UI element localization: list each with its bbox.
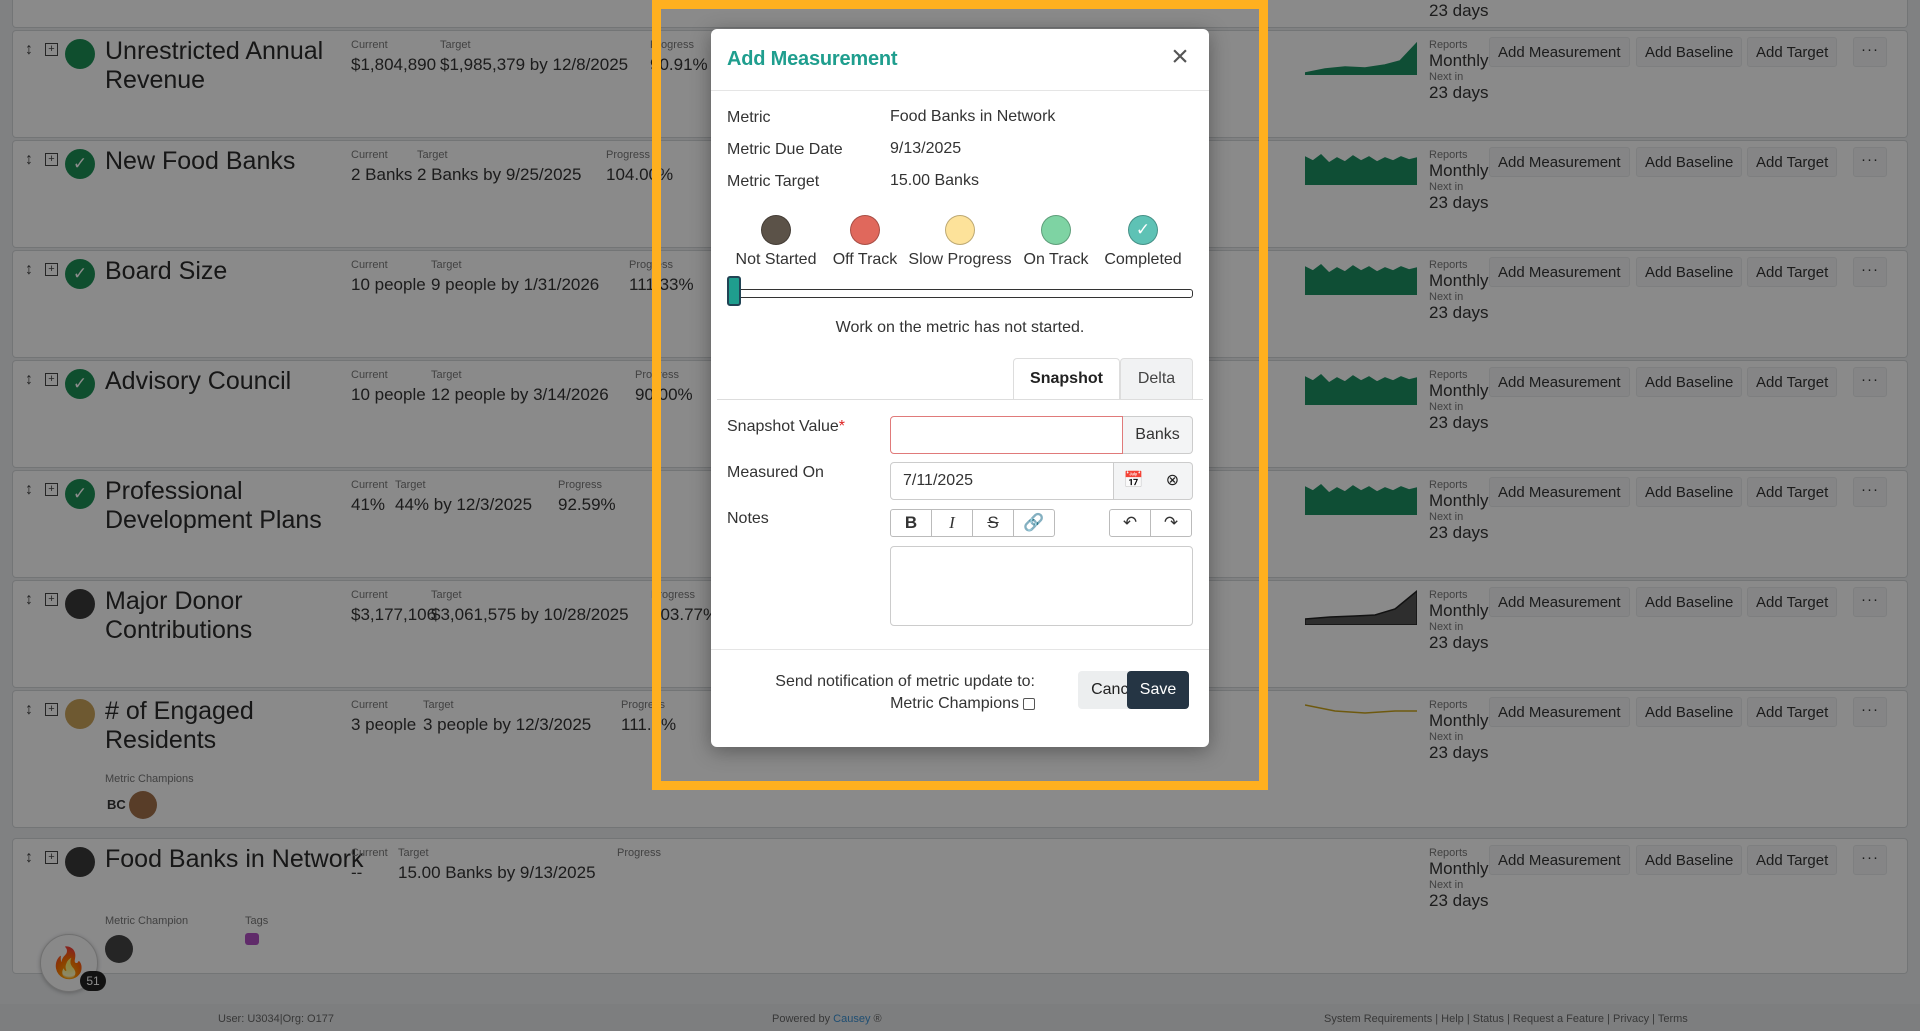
measured-on-input[interactable]: 7/11/2025	[890, 462, 1114, 500]
metric-champions-checkbox[interactable]	[1023, 697, 1035, 710]
status-dot-icon	[945, 215, 975, 245]
required-marker: *	[838, 418, 846, 435]
tab-snapshot[interactable]: Snapshot	[1013, 358, 1120, 400]
notes-label: Notes	[727, 510, 769, 527]
metric-due-date-value: 9/13/2025	[890, 140, 962, 157]
link-icon[interactable]: 🔗	[1013, 509, 1055, 537]
status-dot-icon	[761, 215, 791, 245]
save-button[interactable]: Save	[1127, 671, 1189, 709]
metric-due-date-label: Metric Due Date	[727, 141, 843, 158]
notify-section: Send notification of metric update to: M…	[775, 673, 1035, 713]
notes-editor[interactable]	[890, 546, 1193, 626]
status-slider-track[interactable]	[729, 289, 1193, 298]
clear-date-icon[interactable]: ⊗	[1153, 462, 1193, 500]
undo-icon[interactable]: ↶	[1109, 509, 1151, 537]
calendar-icon[interactable]: 📅	[1114, 462, 1154, 500]
metric-label: Metric	[727, 109, 771, 126]
status-slider-thumb[interactable]	[727, 276, 741, 306]
redo-icon[interactable]: ↷	[1150, 509, 1192, 537]
italic-icon[interactable]: I	[931, 509, 973, 537]
tab-delta[interactable]: Delta	[1120, 358, 1193, 400]
measured-on-label: Measured On	[727, 464, 824, 481]
modal-title: Add Measurement	[727, 48, 898, 70]
metric-target-label: Metric Target	[727, 173, 820, 190]
snapshot-value-label: Snapshot Value*	[727, 418, 846, 435]
strikethrough-icon[interactable]: S	[972, 509, 1014, 537]
status-label: Completed	[1104, 251, 1182, 268]
footer-divider	[711, 649, 1209, 650]
status-dot-icon	[850, 215, 880, 245]
status-dot-icon: ✓	[1128, 215, 1158, 245]
unit-addon: Banks	[1123, 416, 1193, 454]
notify-champions: Metric Champions	[775, 695, 1035, 713]
snapshot-value-input[interactable]	[890, 416, 1123, 454]
add-measurement-modal: Add Measurement × Metric Food Banks in N…	[711, 29, 1209, 747]
notify-label: Send notification of metric update to:	[775, 673, 1035, 690]
status-message: Work on the metric has not started.	[835, 319, 1085, 336]
bold-icon[interactable]: B	[890, 509, 932, 537]
metric-value: Food Banks in Network	[890, 108, 1056, 125]
close-icon[interactable]: ×	[1165, 42, 1195, 73]
status-dot-icon	[1041, 215, 1071, 245]
tabs-divider	[717, 399, 1203, 400]
status-option[interactable]: ✓ Completed	[1083, 215, 1203, 269]
modal-header: Add Measurement ×	[711, 29, 1209, 91]
metric-target-value: 15.00 Banks	[890, 172, 979, 189]
